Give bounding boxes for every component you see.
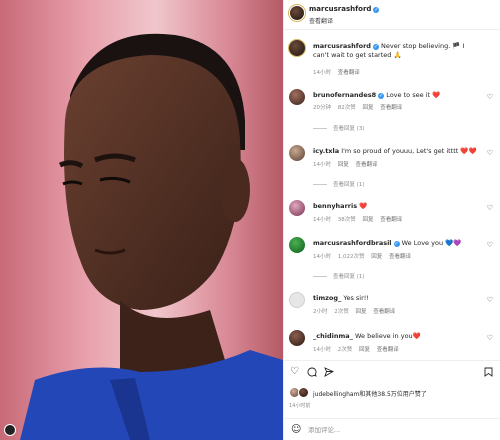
comment-time[interactable]: 14小时: [313, 162, 331, 168]
commenter-avatar[interactable]: [289, 145, 305, 161]
comment-text: I'm so proud of youuu, Let's get itttt ❤…: [341, 147, 477, 155]
translate-link[interactable]: 查看翻译: [373, 309, 395, 315]
author-avatar[interactable]: [289, 5, 305, 21]
comment-text: Love to see it ❤️: [386, 91, 441, 99]
like-comment-heart-icon[interactable]: ♡: [487, 93, 493, 101]
commenter-avatar[interactable]: [289, 330, 305, 346]
comment-text: We believe in you❤️: [354, 332, 421, 340]
author-username[interactable]: marcusrashford ✓: [309, 5, 380, 13]
like-comment-heart-icon[interactable]: ♡: [487, 149, 493, 157]
comment-text-block: brunofernandes8 ✓ Love to see it ❤️: [313, 91, 481, 100]
comment-text: We Love you 💙💜: [401, 239, 462, 247]
like-comment-heart-icon[interactable]: ♡: [487, 334, 493, 342]
commenter-avatar[interactable]: [289, 292, 305, 308]
comment-username[interactable]: brunofernandes8: [313, 91, 376, 99]
comment-text-block: icy.txla I'm so proud of youuu, Let's ge…: [313, 147, 481, 156]
add-comment-bar: ☺: [284, 418, 500, 440]
comment-username[interactable]: _chidinma_: [313, 332, 353, 340]
comment-meta: 14小时 1,022次赞 回复 查看翻译: [313, 252, 416, 260]
caption-time[interactable]: 14小时: [313, 70, 331, 76]
post-action-bar: ♡: [284, 360, 500, 380]
post-header: marcusrashford ✓ 查看翻译: [284, 0, 500, 30]
verified-badge-icon: ✓: [373, 7, 380, 13]
like-comment-heart-icon[interactable]: ♡: [487, 296, 493, 304]
comment-meta: 14小时 回复 查看翻译: [313, 160, 383, 168]
caption-avatar[interactable]: [289, 40, 305, 56]
post-photo[interactable]: [0, 0, 283, 440]
comment-time[interactable]: 14小时: [313, 347, 331, 353]
liker-avatar: [298, 387, 309, 398]
post-time-ago[interactable]: 14小时前: [289, 402, 310, 409]
verified-badge-icon: ✓: [378, 93, 385, 99]
translate-link[interactable]: 查看翻译: [389, 254, 411, 260]
verified-badge-icon: ✓: [372, 44, 379, 50]
comment-likes[interactable]: 82次赞: [338, 105, 356, 111]
caption-username[interactable]: marcusrashford: [313, 42, 371, 50]
comment-meta: 20分钟 82次赞 回复 查看翻译: [313, 103, 407, 111]
likes-summary[interactable]: jude​bellingham和其他38.5万位用户赞了: [289, 387, 499, 399]
commenter-avatar[interactable]: [289, 200, 305, 216]
header-translate-link[interactable]: 查看翻译: [309, 16, 333, 25]
portrait-illustration: [20, 33, 283, 440]
translate-link[interactable]: 查看翻译: [377, 347, 399, 353]
comment-text-block: marcusrashfordbrasil ✓ We Love you 💙💜: [313, 239, 481, 248]
comment-text-block: timzog_ Yes sir!!: [313, 294, 481, 303]
translate-link[interactable]: 查看翻译: [380, 105, 402, 111]
add-comment-input[interactable]: [308, 424, 488, 436]
view-replies-button[interactable]: 查看回复 (3): [313, 124, 365, 132]
caption-text-block: marcusrashford ✓ Never stop believing. 🏴 …: [313, 42, 481, 60]
view-replies-button[interactable]: 查看回复 (1): [313, 180, 365, 188]
comment-time[interactable]: 20分钟: [313, 105, 331, 111]
translate-link[interactable]: 查看翻译: [356, 162, 378, 168]
comment-likes[interactable]: 2次赞: [334, 309, 349, 315]
post-detail-panel: marcusrashford ✓ 查看翻译 marcusrashford ✓ Nev…: [283, 0, 500, 440]
reply-button[interactable]: 回复: [356, 309, 367, 315]
comment-username[interactable]: marcusrashfordbrasil: [313, 239, 392, 247]
comment-text: ❤️: [359, 202, 368, 210]
translate-link[interactable]: 查看翻译: [380, 217, 402, 223]
comment-username[interactable]: icy.txla: [313, 147, 339, 155]
likes-text[interactable]: jude​bellingham和其他38.5万位用户赞了: [313, 389, 427, 398]
comment-username[interactable]: bennyharris: [313, 202, 357, 210]
caption-translate-link[interactable]: 查看翻译: [338, 70, 360, 76]
like-comment-heart-icon[interactable]: ♡: [487, 241, 493, 249]
comment-time[interactable]: 14小时: [313, 217, 331, 223]
reply-button[interactable]: 回复: [363, 105, 374, 111]
comment-icon[interactable]: [307, 367, 317, 380]
commenter-avatar[interactable]: [289, 89, 305, 105]
comment-time[interactable]: 2小时: [313, 309, 328, 315]
heart-icon[interactable]: ♡: [290, 367, 299, 377]
comment-likes[interactable]: 1,022次赞: [338, 254, 365, 260]
comment-text: Yes sir!!: [343, 294, 369, 302]
like-comment-heart-icon[interactable]: ♡: [487, 204, 493, 212]
share-icon[interactable]: [324, 367, 335, 380]
comment-text-block: bennyharris ❤️: [313, 202, 481, 211]
author-username-text[interactable]: marcusrashford: [309, 5, 371, 13]
comment-likes[interactable]: 2次赞: [338, 347, 353, 353]
comment-meta: 14小时 38次赞 回复 查看翻译: [313, 215, 407, 223]
comment-meta: 14小时 2次赞 回复 查看翻译: [313, 345, 404, 353]
emoji-icon[interactable]: ☺: [291, 424, 301, 435]
comment-username[interactable]: timzog_: [313, 294, 341, 302]
comment-meta: 2小时 2次赞 回复 查看翻译: [313, 307, 400, 315]
owner-avatar-dot: [4, 424, 16, 436]
comment-time[interactable]: 14小时: [313, 254, 331, 260]
reply-button[interactable]: 回复: [363, 217, 374, 223]
comment-text-block: _chidinma_ We believe in you❤️: [313, 332, 481, 341]
reply-button[interactable]: 回复: [371, 254, 382, 260]
reply-button[interactable]: 回复: [338, 162, 349, 168]
bookmark-icon[interactable]: [484, 367, 493, 380]
reply-button[interactable]: 回复: [359, 347, 370, 353]
commenter-avatar[interactable]: [289, 237, 305, 253]
caption-meta: 14小时 查看翻译: [313, 68, 365, 76]
verified-badge-icon: ✓: [393, 241, 400, 247]
comment-likes[interactable]: 38次赞: [338, 217, 356, 223]
view-replies-button[interactable]: 查看回复 (1): [313, 272, 365, 280]
